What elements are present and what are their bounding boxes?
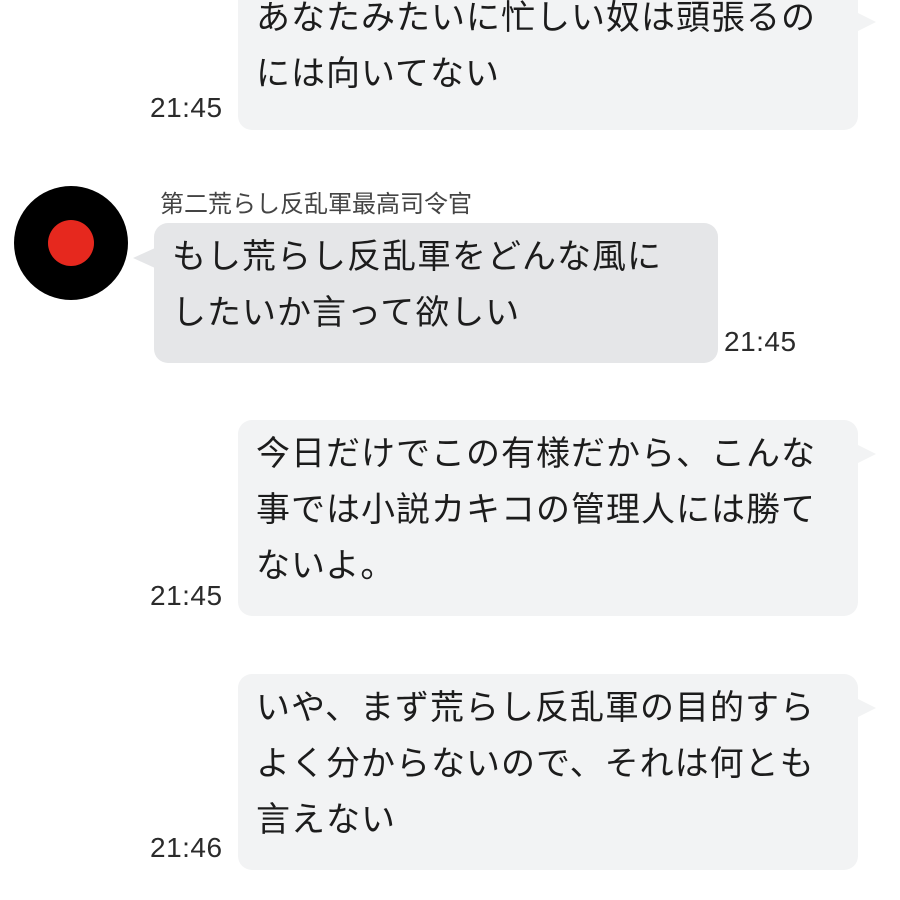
message-text-line: には向いてない [256, 54, 500, 94]
message-text-line: よく分からないので、それは何とも [256, 744, 815, 784]
message-bubble-incoming[interactable]: もし荒らし反乱軍をどんな風に したいか言って欲しい [154, 223, 718, 363]
message-bubble-outgoing[interactable]: 今日だけでこの有様だから、こんな 事では小説カキコの管理人には勝て ないよ。 [238, 420, 858, 616]
message-text-line: あなたみたいに忙しい奴は頭張るの [256, 0, 816, 38]
message-text-line: いや、まず荒らし反乱軍の目的すら [256, 688, 815, 728]
message-timestamp: 21:46 [150, 832, 223, 863]
message-text-line: ないよ。 [256, 546, 396, 586]
red-dot-avatar-icon [48, 220, 94, 266]
bubble-tail [856, 12, 876, 32]
message-text-line: 言えない [256, 800, 396, 840]
message-bubble-outgoing[interactable]: いや、まず荒らし反乱軍の目的すら よく分からないので、それは何とも 言えない [238, 674, 858, 870]
message-timestamp: 21:45 [150, 92, 223, 123]
bubble-tail [856, 444, 876, 464]
chat-thread: あなたみたいに忙しい奴は頭張るの には向いてない 21:45 第二荒らし反乱軍最… [0, 0, 900, 900]
bubble-tail [856, 698, 876, 718]
message-timestamp: 21:45 [150, 580, 223, 611]
message-bubble-outgoing[interactable]: あなたみたいに忙しい奴は頭張るの には向いてない [238, 0, 858, 130]
sender-avatar[interactable] [14, 186, 128, 300]
bubble-tail [133, 248, 155, 268]
message-text-line: もし荒らし反乱軍をどんな風に [172, 237, 662, 277]
message-text-line: したいか言って欲しい [172, 293, 521, 333]
message-text-line: 事では小説カキコの管理人には勝て [256, 490, 816, 530]
sender-name: 第二荒らし反乱軍最高司令官 [160, 190, 472, 218]
message-timestamp: 21:45 [724, 326, 797, 357]
message-text-line: 今日だけでこの有様だから、こんな [256, 434, 816, 474]
